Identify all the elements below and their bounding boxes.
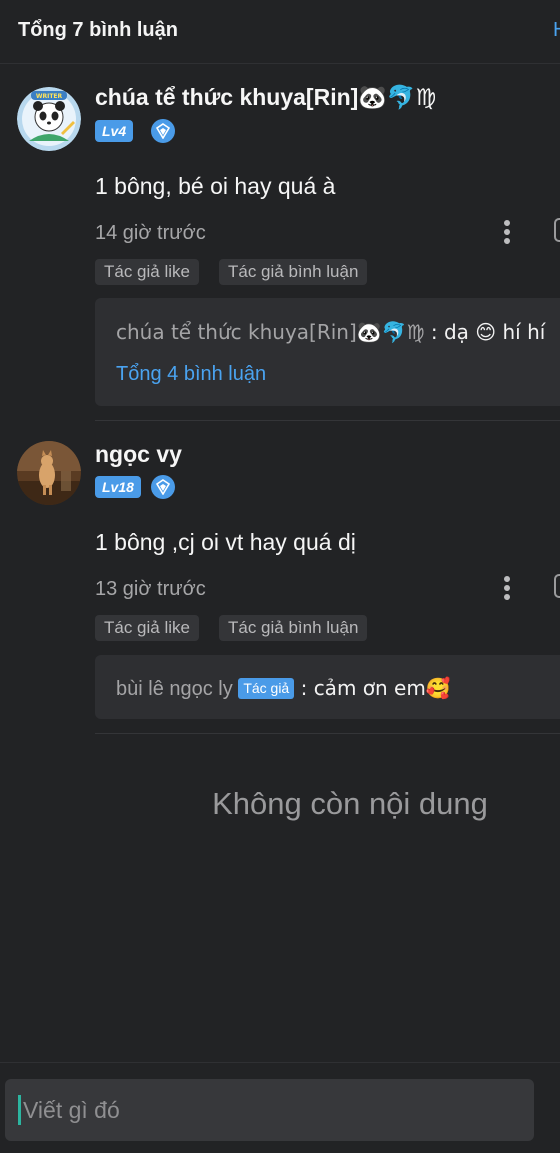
comment-username[interactable]: chúa tể thức khuya[Rin]🐼🐬♍	[95, 84, 436, 111]
like-button[interactable]	[554, 574, 560, 598]
comment-input-container[interactable]	[5, 1079, 534, 1141]
avatar[interactable]	[17, 441, 81, 505]
reply-text: : cảm ơn em🥰	[294, 676, 451, 700]
avatar[interactable]: WRITER	[17, 87, 81, 151]
header-action-link[interactable]: H	[553, 19, 560, 42]
comment-input-bar	[0, 1062, 560, 1153]
like-button[interactable]	[554, 218, 560, 242]
author-comment-tag: Tác giả bình luận	[219, 259, 368, 285]
no-more-content-label: Không còn nội dung	[212, 786, 488, 821]
reply-preview[interactable]: bùi lê ngọc ly Tác giả : cảm ơn em🥰	[95, 655, 560, 719]
reply-line: bùi lê ngọc ly Tác giả : cảm ơn em🥰	[116, 676, 451, 701]
comment-text: 1 bông ,cj oi vt hay quá dị	[95, 529, 356, 555]
more-vertical-icon[interactable]	[498, 218, 516, 246]
reply-line: chúa tể thức khuya[Rin]🐼🐬♍ : dạ 😊 hí hí	[116, 320, 545, 345]
shield-icon	[151, 119, 175, 143]
comment-username[interactable]: ngọc vy	[95, 441, 182, 468]
author-like-tag: Tác giả like	[95, 615, 199, 641]
reply-text: : dạ 😊 hí hí	[424, 320, 546, 344]
comment-time: 14 giờ trước	[95, 222, 206, 244]
view-replies-link[interactable]: Tổng 4 bình luận	[116, 363, 266, 386]
shield-icon	[151, 475, 175, 499]
author-badge: Tác giả	[238, 678, 295, 699]
more-vertical-icon[interactable]	[498, 574, 516, 602]
comment-count-title: Tổng 7 bình luận	[18, 19, 178, 41]
divider	[95, 733, 560, 734]
author-comment-tag: Tác giả bình luận	[219, 615, 368, 641]
divider	[95, 420, 560, 421]
text-caret	[18, 1095, 21, 1125]
level-badge: Lv4	[95, 120, 134, 142]
comment-text: 1 bông, bé oi hay quá à	[95, 173, 336, 199]
reply-preview[interactable]: chúa tể thức khuya[Rin]🐼🐬♍ : dạ 😊 hí hí …	[95, 298, 560, 406]
comment-input[interactable]	[23, 1097, 503, 1124]
level-badge: Lv18	[95, 476, 141, 498]
svg-text:WRITER: WRITER	[36, 93, 63, 100]
comment-time: 13 giờ trước	[95, 578, 206, 600]
author-like-tag: Tác giả like	[95, 259, 199, 285]
comments-header: Tổng 7 bình luận H	[0, 0, 560, 64]
reply-author[interactable]: chúa tể thức khuya[Rin]🐼🐬♍	[116, 320, 425, 344]
reply-author[interactable]: bùi lê ngọc ly	[116, 678, 233, 700]
